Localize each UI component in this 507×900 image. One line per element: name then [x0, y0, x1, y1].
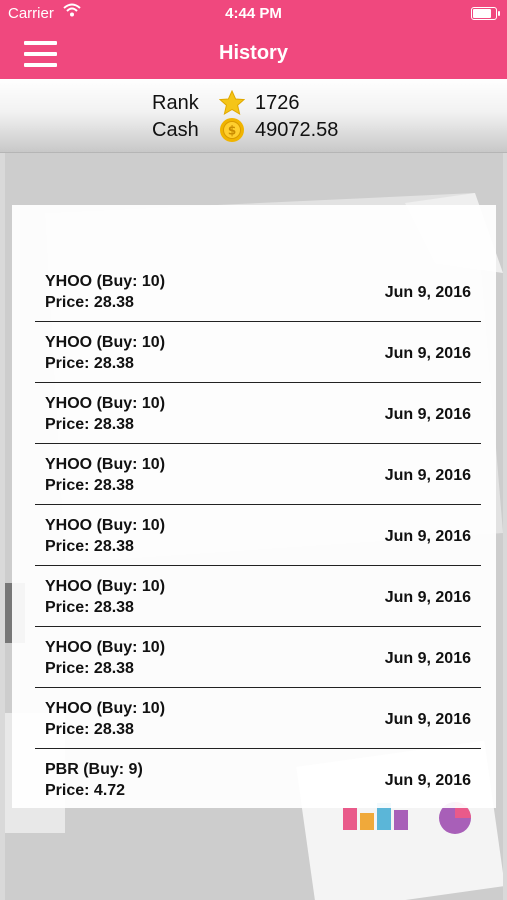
history-row[interactable]: YHOO (Buy: 10) Price: 28.38 Jun 9, 2016 [35, 444, 481, 505]
history-row[interactable]: YHOO (Buy: 10) Price: 28.38 Jun 9, 2016 [35, 383, 481, 444]
trade-title: YHOO (Buy: 10) [45, 517, 166, 534]
status-bar: Carrier 4:44 PM [0, 0, 507, 28]
history-row[interactable]: YHOO (Buy: 10) Price: 28.38 Jun 9, 2016 [35, 627, 481, 688]
trade-price: Price: 28.38 [45, 416, 134, 433]
history-card: YHOO (Buy: 10) Price: 28.38 Jun 9, 2016 … [12, 205, 496, 808]
trade-price: Price: 28.38 [45, 355, 134, 372]
trade-price: Price: 4.72 [45, 782, 126, 799]
trade-title: YHOO (Buy: 10) [45, 639, 166, 656]
trade-price: Price: 28.38 [45, 294, 134, 311]
trade-date: Jun 9, 2016 [384, 711, 471, 728]
history-row[interactable]: YHOO (Buy: 10) Price: 28.38 Jun 9, 2016 [35, 322, 481, 383]
nav-bar: History [0, 28, 507, 79]
trade-date: Jun 9, 2016 [384, 528, 471, 545]
trade-price: Price: 28.38 [45, 721, 134, 738]
trade-title: YHOO (Buy: 10) [45, 578, 166, 595]
trade-date: Jun 9, 2016 [384, 284, 471, 301]
history-row[interactable]: PBR (Buy: 9) Price: 4.72 Jun 9, 2016 [35, 749, 481, 808]
rank-value: 1726 [255, 92, 300, 114]
history-row[interactable]: YHOO (Buy: 10) Price: 28.38 Jun 9, 2016 [35, 566, 481, 627]
trade-title: YHOO (Buy: 10) [45, 456, 166, 473]
trade-date: Jun 9, 2016 [384, 345, 471, 362]
page-title: History [219, 42, 288, 64]
trade-title: YHOO (Buy: 10) [45, 700, 166, 717]
history-row[interactable]: YHOO (Buy: 10) Price: 28.38 Jun 9, 2016 [35, 261, 481, 322]
rank-label: Rank [152, 92, 199, 114]
svg-text:$: $ [228, 124, 236, 138]
trade-title: YHOO (Buy: 10) [45, 273, 166, 290]
trade-price: Price: 28.38 [45, 477, 134, 494]
star-icon [218, 89, 246, 116]
trade-date: Jun 9, 2016 [384, 650, 471, 667]
trade-price: Price: 28.38 [45, 538, 134, 555]
history-list: YHOO (Buy: 10) Price: 28.38 Jun 9, 2016 … [35, 261, 481, 808]
trade-date: Jun 9, 2016 [384, 467, 471, 484]
trade-title: PBR (Buy: 9) [45, 761, 143, 778]
trade-date: Jun 9, 2016 [384, 589, 471, 606]
history-row[interactable]: YHOO (Buy: 10) Price: 28.38 Jun 9, 2016 [35, 688, 481, 749]
stats-panel: Rank 1726 Cash $ 49072.58 [0, 79, 507, 153]
cash-value: 49072.58 [255, 119, 339, 141]
trade-date: Jun 9, 2016 [384, 772, 471, 789]
trade-date: Jun 9, 2016 [384, 406, 471, 423]
history-row[interactable]: YHOO (Buy: 10) Price: 28.38 Jun 9, 2016 [35, 505, 481, 566]
battery-icon [471, 7, 500, 20]
trade-title: YHOO (Buy: 10) [45, 395, 166, 412]
cash-row: Cash $ 49072.58 [152, 117, 412, 145]
cash-label: Cash [152, 119, 199, 141]
coin-icon: $ [219, 117, 245, 143]
trade-price: Price: 28.38 [45, 660, 134, 677]
rank-row: Rank 1726 [152, 89, 412, 118]
trade-title: YHOO (Buy: 10) [45, 334, 166, 351]
trade-price: Price: 28.38 [45, 599, 134, 616]
status-time: 4:44 PM [225, 5, 282, 22]
